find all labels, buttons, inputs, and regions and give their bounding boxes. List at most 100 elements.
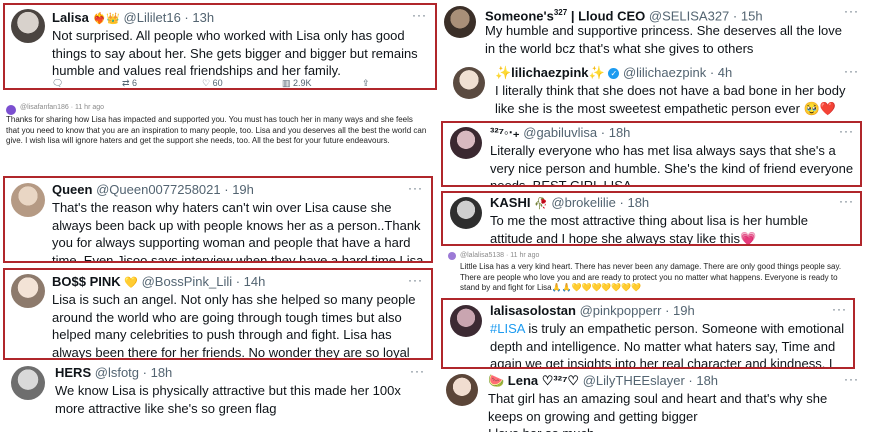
tweet-header: Queen @Queen0077258021 · 19h <box>52 182 254 198</box>
handle[interactable]: @Lililet16 <box>124 10 181 25</box>
avatar[interactable] <box>11 183 45 217</box>
display-name[interactable]: Lalisa <box>52 10 89 25</box>
tweet-lilichaezpink[interactable]: ✨lilichaezpink✨ ✓ @lilichaezpink · 4h ··… <box>441 62 865 116</box>
share-icon[interactable]: ⇪ <box>362 78 370 88</box>
tweet-text: Not surprised. All people who worked wit… <box>52 28 418 78</box>
like-icon[interactable]: ♡ 60 <box>202 78 282 88</box>
display-name[interactable]: HERS <box>55 365 91 380</box>
more-icon[interactable]: ··· <box>410 364 425 378</box>
more-icon[interactable]: ··· <box>839 124 854 138</box>
more-icon[interactable]: ··· <box>839 194 854 208</box>
name-emoji: 💛 <box>124 277 138 289</box>
tweet-lalisasolostan[interactable]: lalisasolostan @pinkpopperr · 19h ··· #L… <box>441 298 855 369</box>
display-name[interactable]: Queen <box>52 182 92 197</box>
handle[interactable]: @brokelilie <box>551 195 616 210</box>
more-icon[interactable]: ··· <box>844 64 859 78</box>
tweet-text: My humble and supportive princess. She d… <box>485 23 842 56</box>
hashtag-link[interactable]: #LISA <box>490 321 525 336</box>
handle[interactable]: @gabiluvlisa <box>523 125 597 140</box>
more-icon[interactable]: ··· <box>844 4 859 18</box>
avatar[interactable] <box>11 274 45 308</box>
retweet-count: 6 <box>132 78 138 88</box>
avatar[interactable] <box>444 6 476 38</box>
comment-text: Little Lisa has a very kind heart. There… <box>460 262 842 292</box>
tweet-actions: 🗨︎ ⇄ 6 ♡ 60 ▥ 2.9K ⇪ <box>52 78 422 88</box>
avatar[interactable] <box>6 105 16 115</box>
views-count: 2.9K <box>293 78 312 88</box>
timestamp[interactable]: · 13h <box>184 10 214 25</box>
tweet-header: KASHI 🥀 @brokelilie · 18h <box>490 195 649 212</box>
more-icon[interactable]: ··· <box>408 181 423 195</box>
avatar[interactable] <box>11 9 45 43</box>
tweet-header: ³²⁷◦‧₊ @gabiluvlisa · 18h <box>490 125 630 141</box>
display-name[interactable]: ³²⁷◦‧₊ <box>490 125 520 140</box>
more-icon[interactable]: ··· <box>408 273 423 287</box>
tweet-lalisa[interactable]: Lalisa ❤️‍🔥👑 @Lililet16 · 13h ··· Not su… <box>3 3 437 90</box>
reply-icon[interactable]: 🗨︎ <box>81 171 92 172</box>
tweet-someone[interactable]: Someone's327 | Lloud CEO @SELISA327 · 15… <box>441 3 865 59</box>
comment-header: @lisafanfan186 · 11 hr ago <box>20 104 105 111</box>
handle[interactable]: @LilyTHEEslayer <box>583 373 685 388</box>
tweet-header: Lalisa ❤️‍🔥👑 @Lililet16 · 13h <box>52 10 214 27</box>
timestamp[interactable]: · 4h <box>710 65 732 80</box>
timestamp[interactable]: · 19h <box>665 303 695 318</box>
avatar[interactable] <box>450 305 482 337</box>
tweet-gabiluvlisa[interactable]: ³²⁷◦‧₊ @gabiluvlisa · 18h ··· Literally … <box>441 121 862 187</box>
handle[interactable]: @BossPink_Lili <box>142 274 233 289</box>
display-name[interactable]: 🍉 Lena ♡³²⁷♡ <box>488 373 579 388</box>
comment-lalalisa[interactable]: @lalalisa5138 · 11 hr ago Little Lisa ha… <box>441 250 865 296</box>
thumbs-down-icon[interactable]: 👎︎ <box>61 171 81 172</box>
name-emoji: ❤️‍🔥👑 <box>92 13 120 25</box>
timestamp[interactable]: · 14h <box>236 274 266 289</box>
avatar[interactable] <box>11 366 45 400</box>
comment-text: Thanks for sharing how Lisa has impacted… <box>6 115 427 145</box>
avatar[interactable] <box>453 67 485 99</box>
display-name[interactable]: lalisasolostan <box>490 303 576 318</box>
timestamp[interactable]: · 18h <box>601 125 631 140</box>
tweet-queen[interactable]: Queen @Queen0077258021 · 19h ··· That's … <box>3 176 433 263</box>
avatar[interactable] <box>446 374 478 406</box>
timestamp[interactable]: · 18h <box>620 195 650 210</box>
tweet-header: 🍉 Lena ♡³²⁷♡ @LilyTHEEslayer · 18h <box>488 373 718 389</box>
tweet-text: Literally everyone who has met lisa alwa… <box>490 143 854 187</box>
comment-header: @lalalisa5138 · 11 hr ago <box>460 252 540 259</box>
timestamp[interactable]: · 18h <box>143 365 173 380</box>
thumbs-up-icon[interactable]: 👍︎ 5 <box>29 171 61 172</box>
name-emoji: 🥀 <box>534 198 548 210</box>
avatar[interactable] <box>450 197 482 229</box>
display-name[interactable]: ✨lilichaezpink✨ <box>495 65 605 80</box>
tweet-text: #LISA is truly an empathetic person. Som… <box>490 320 848 369</box>
name-superscript: 327 <box>553 8 568 17</box>
tweet-header: HERS @lsfotg · 18h <box>55 365 172 381</box>
tweet-text-body: is truly an empathetic person. Someone w… <box>490 321 845 369</box>
tweet-text: That's the reason why haters can't win o… <box>52 200 424 263</box>
display-name[interactable]: KASHI <box>490 195 530 210</box>
comment-lisafanfan[interactable]: @lisafanfan186 · 11 hr ago Thanks for sh… <box>3 100 433 172</box>
like-count: 5 <box>41 171 46 172</box>
tweet-lena[interactable]: 🍉 Lena ♡³²⁷♡ @LilyTHEEslayer · 18h ··· T… <box>441 372 865 432</box>
timestamp[interactable]: · 19h <box>224 182 254 197</box>
tweet-kashi[interactable]: KASHI 🥀 @brokelilie · 18h ··· To me the … <box>441 191 862 246</box>
tweet-text: That girl has an amazing soul and heart … <box>488 391 828 432</box>
tweet-header: lalisasolostan @pinkpopperr · 19h <box>490 303 695 319</box>
tweet-bosspink[interactable]: BO$$ PINK 💛 @BossPink_Lili · 14h ··· Lis… <box>3 268 433 360</box>
reply-icon[interactable]: 🗨︎ <box>52 78 122 88</box>
verified-icon: ✓ <box>608 68 620 80</box>
handle[interactable]: @lilichaezpink <box>623 65 706 80</box>
timestamp[interactable]: · 18h <box>688 373 718 388</box>
handle[interactable]: @lsfotg <box>95 365 139 380</box>
display-name[interactable]: BO$$ PINK <box>52 274 121 289</box>
handle[interactable]: @pinkpopperr <box>580 303 662 318</box>
handle[interactable]: @Queen0077258021 <box>96 182 221 197</box>
more-icon[interactable]: ··· <box>412 8 427 22</box>
tweet-text: I literally think that she does not have… <box>495 83 846 116</box>
tweet-hers[interactable]: HERS @lsfotg · 18h ··· We know Lisa is p… <box>3 364 433 430</box>
views-icon[interactable]: ▥ 2.9K <box>282 78 362 88</box>
avatar[interactable] <box>448 252 456 260</box>
tweet-header: BO$$ PINK 💛 @BossPink_Lili · 14h <box>52 274 265 291</box>
more-icon[interactable]: ··· <box>832 302 847 316</box>
avatar[interactable] <box>450 127 482 159</box>
tweet-text: Lisa is such an angel. Not only has she … <box>52 292 416 360</box>
retweet-icon[interactable]: ⇄ 6 <box>122 78 202 88</box>
more-icon[interactable]: ··· <box>844 372 859 386</box>
